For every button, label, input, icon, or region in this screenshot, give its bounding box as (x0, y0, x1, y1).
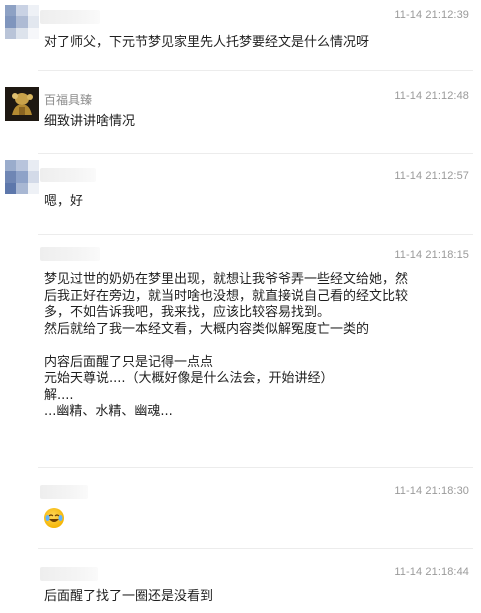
message-text[interactable]: 后面醒了找了一圈还是没看到 (44, 589, 444, 606)
message-text[interactable]: 嗯，好 (44, 194, 444, 211)
chat-message: 11-14 21:18:15 梦见过世的奶奶在梦里出现，就想让我爷爷弄一些经文给… (0, 235, 481, 467)
chat-message: 11-14 21:12:39 对了师父，下元节梦见家里先人托梦要经文是什么情况呀 (0, 0, 481, 70)
sender-name (40, 485, 88, 499)
avatar[interactable] (5, 87, 39, 121)
message-time: 11-14 21:12:57 (394, 170, 469, 182)
chat-message: 11-14 21:18:30 (0, 468, 481, 548)
sender-name (40, 567, 98, 581)
avatar[interactable] (5, 160, 39, 194)
message-text[interactable]: 细致讲讲啥情况 (44, 114, 444, 131)
message-text[interactable]: 梦见过世的奶奶在梦里出现，就想让我爷爷弄一些经文给她，然 后我正好在旁边，就当时… (44, 272, 444, 421)
sender-name (40, 168, 96, 182)
message-time: 11-14 21:12:39 (394, 9, 469, 21)
message-time: 11-14 21:18:30 (394, 485, 469, 497)
sender-name (40, 10, 100, 24)
laughing-crying-emoji-icon (44, 508, 64, 528)
chat-message: 百福具臻 11-14 21:12:48 细致讲讲啥情况 (0, 71, 481, 153)
chat-message: 11-14 21:12:57 嗯，好 (0, 154, 481, 234)
sender-name: 百福具臻 (44, 93, 93, 107)
avatar[interactable] (5, 5, 39, 39)
message-time: 11-14 21:18:15 (394, 249, 469, 261)
gold-figure-icon (5, 87, 39, 121)
sender-name (40, 247, 100, 261)
message-time: 11-14 21:12:48 (394, 90, 469, 102)
chat-message: 11-14 21:18:44 后面醒了找了一圈还是没看到 (0, 549, 481, 613)
message-time: 11-14 21:18:44 (394, 566, 469, 578)
message-text[interactable]: 对了师父，下元节梦见家里先人托梦要经文是什么情况呀 (44, 35, 444, 52)
